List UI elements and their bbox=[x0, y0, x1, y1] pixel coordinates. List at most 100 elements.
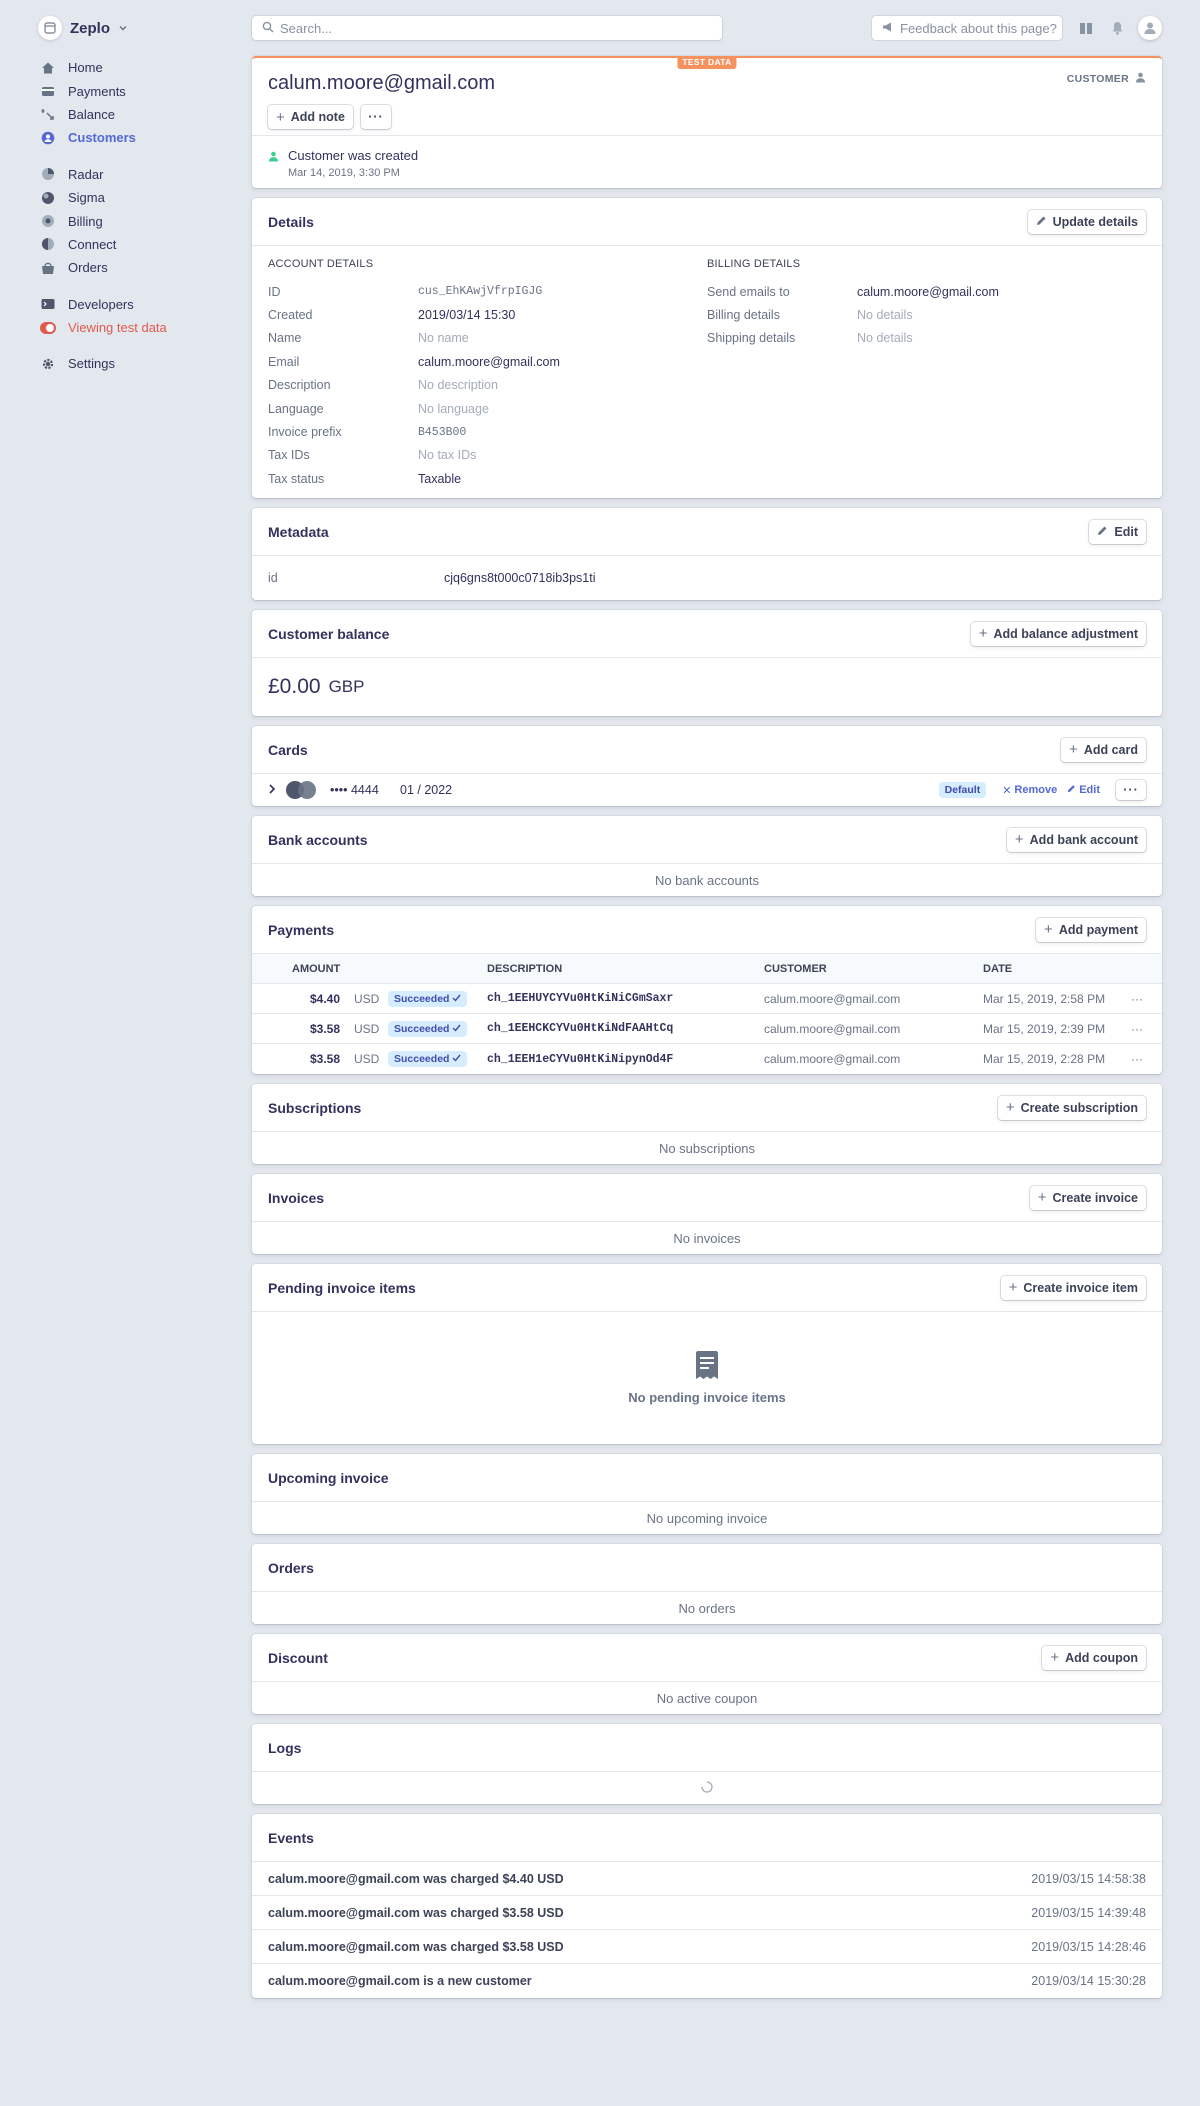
add-balance-adjustment-button[interactable]: + Add balance adjustment bbox=[970, 621, 1146, 646]
create-invoice-button[interactable]: + Create invoice bbox=[1029, 1185, 1146, 1210]
list-item[interactable]: calum.moore@gmail.com is a new customer 2… bbox=[252, 1964, 1162, 1998]
status-label: Succeeded bbox=[394, 1022, 450, 1035]
pending-header: Pending invoice items + Create invoice it… bbox=[252, 1264, 1162, 1312]
detail-label: Send emails to bbox=[707, 284, 790, 299]
plus-icon: + bbox=[978, 625, 988, 642]
invoices-empty-state: No invoices bbox=[673, 1230, 741, 1246]
sidebar-item-developers[interactable]: Developers bbox=[40, 293, 240, 316]
sidebar-item-payments[interactable]: Payments bbox=[40, 79, 240, 102]
billing-details-heading: BILLING DETAILS bbox=[707, 258, 801, 270]
list-item[interactable]: calum.moore@gmail.com was charged $3.58 … bbox=[252, 1930, 1162, 1964]
sidebar-item-connect[interactable]: Connect bbox=[40, 233, 240, 256]
toggle-icon[interactable] bbox=[40, 320, 56, 336]
sidebar-item-billing[interactable]: Billing bbox=[40, 209, 240, 232]
sidebar-item-orders[interactable]: Orders bbox=[40, 256, 240, 279]
add-note-button[interactable]: + Add note bbox=[268, 105, 353, 129]
add-payment-button[interactable]: + Add payment bbox=[1036, 917, 1146, 942]
timeline-item: Customer was created Mar 14, 2019, 3:30 … bbox=[252, 136, 1162, 188]
sidebar-item-label: Developers bbox=[68, 296, 134, 312]
notifications-bell-icon[interactable] bbox=[1107, 18, 1127, 38]
sidebar-item-customers[interactable]: Customers bbox=[40, 126, 240, 149]
event-timestamp: 2019/03/15 14:58:38 bbox=[1031, 1871, 1146, 1886]
account-switcher[interactable]: Zeplo bbox=[38, 16, 128, 40]
detail-value: No name bbox=[418, 331, 469, 346]
search-input[interactable] bbox=[280, 20, 680, 36]
balance-currency: GBP bbox=[328, 677, 365, 696]
detail-value: calum.moore@gmail.com bbox=[857, 284, 999, 299]
payment-customer: calum.moore@gmail.com bbox=[764, 1052, 901, 1066]
sidebar-item-label: Settings bbox=[68, 356, 115, 372]
pencil-icon bbox=[1067, 784, 1076, 796]
discount-header: Discount + Add coupon bbox=[252, 1634, 1162, 1682]
sidebar-item-viewing-test-data[interactable]: Viewing test data bbox=[40, 316, 240, 339]
row-more-icon[interactable]: ··· bbox=[1122, 1052, 1152, 1066]
update-details-button[interactable]: Update details bbox=[1027, 209, 1146, 234]
sidebar-item-sigma[interactable]: Sigma bbox=[40, 186, 240, 209]
detail-row: Billing details No details bbox=[707, 303, 1146, 326]
logs-header: Logs bbox=[252, 1724, 1162, 1772]
status-badge: Succeeded bbox=[388, 1051, 468, 1067]
payment-currency: USD bbox=[354, 991, 380, 1006]
detail-value: calum.moore@gmail.com bbox=[418, 354, 560, 369]
sidebar-item-radar[interactable]: Radar bbox=[40, 163, 240, 186]
status-label: Succeeded bbox=[394, 992, 450, 1005]
sidebar-item-balance[interactable]: Balance bbox=[40, 103, 240, 126]
row-more-icon[interactable]: ··· bbox=[1122, 992, 1152, 1006]
table-row[interactable]: $3.58 USD Succeeded ch_1EEHCKCYVu0HtKiNdFAA… bbox=[252, 1014, 1162, 1044]
payments-rows: $4.40 USD Succeeded ch_1EEHUYCYVu0HtKiNiCGm… bbox=[252, 984, 1162, 1074]
plus-icon: + bbox=[1050, 1649, 1060, 1666]
status-badge: Succeeded bbox=[388, 1020, 468, 1037]
docs-book-icon[interactable] bbox=[1076, 18, 1096, 38]
events-title: Events bbox=[268, 1829, 314, 1846]
user-avatar-icon[interactable] bbox=[1138, 16, 1162, 40]
remove-card-link[interactable]: ✕ Remove bbox=[1002, 784, 1057, 797]
sidebar-item-home[interactable]: Home bbox=[40, 56, 240, 79]
sidebar-item-label: Balance bbox=[68, 106, 115, 122]
plus-icon: + bbox=[1005, 1099, 1015, 1116]
card-last4: •••• 4444 bbox=[330, 783, 379, 797]
subscriptions-empty-state: No subscriptions bbox=[658, 1140, 756, 1156]
payment-currency: USD bbox=[354, 1021, 380, 1036]
more-actions-button[interactable]: ··· bbox=[360, 105, 391, 129]
add-coupon-button[interactable]: + Add coupon bbox=[1042, 1645, 1146, 1670]
table-row[interactable]: $4.40 USD Succeeded ch_1EEHUYCYVu0HtKiNiCGm… bbox=[252, 984, 1162, 1014]
event-timestamp: 2019/03/15 14:39:48 bbox=[1031, 1905, 1146, 1920]
add-bank-label: Add bank account bbox=[1029, 832, 1138, 847]
account-details: ACCOUNT DETAILS ID cus_EhKAwjVfrpIGJG Crea… bbox=[268, 258, 707, 490]
add-payment-label: Add payment bbox=[1058, 922, 1138, 937]
payment-description: ch_1EEHCKCYVu0HtKiNdFAAHtCq bbox=[487, 1022, 674, 1035]
detail-row: Tax status Taxable bbox=[268, 467, 707, 490]
search-icon bbox=[262, 21, 274, 36]
detail-value: B453B00 bbox=[418, 425, 467, 439]
detail-label: Created bbox=[268, 308, 313, 323]
table-row[interactable]: $3.58 USD Succeeded ch_1EEH1eCYVu0HtKiNipyn… bbox=[252, 1044, 1162, 1074]
search-bar[interactable] bbox=[252, 16, 722, 40]
home-icon bbox=[40, 60, 56, 76]
list-item[interactable]: calum.moore@gmail.com was charged $4.40 … bbox=[252, 1862, 1162, 1896]
edit-card-link[interactable]: Edit bbox=[1067, 784, 1100, 796]
logs-loading bbox=[252, 1772, 1162, 1804]
metadata-card: Metadata Edit id cjq6gns8t000c0718ib3ps1… bbox=[252, 508, 1162, 600]
invoices-card: Invoices + Create invoice No invoices bbox=[252, 1174, 1162, 1254]
chevron-right-icon[interactable] bbox=[268, 783, 276, 797]
create-invoice-item-button[interactable]: + Create invoice item bbox=[1000, 1275, 1146, 1300]
payment-amount: $3.58 bbox=[309, 1052, 340, 1066]
detail-row: Invoice prefix B453B00 bbox=[268, 420, 707, 443]
sidebar-item-settings[interactable]: Settings bbox=[40, 352, 240, 375]
discount-card: Discount + Add coupon No active coupon bbox=[252, 1634, 1162, 1714]
card-more-button[interactable]: ··· bbox=[1116, 780, 1146, 800]
payment-description: ch_1EEHUYCYVu0HtKiNiCGmSaxr bbox=[487, 992, 674, 1005]
add-bank-account-button[interactable]: + Add bank account bbox=[1006, 827, 1146, 852]
edit-metadata-button[interactable]: Edit bbox=[1089, 519, 1146, 544]
list-item[interactable]: calum.moore@gmail.com was charged $3.58 … bbox=[252, 1896, 1162, 1930]
update-details-label: Update details bbox=[1052, 214, 1138, 229]
plus-icon: + bbox=[1069, 741, 1078, 758]
payment-card-row[interactable]: •••• 4444 01 / 2022 Default ✕ Remove Edit… bbox=[252, 774, 1162, 806]
create-subscription-button[interactable]: + Create subscription bbox=[997, 1095, 1146, 1120]
edit-label: Edit bbox=[1079, 784, 1100, 796]
nav-group-developers: Developers Viewing test data bbox=[40, 293, 240, 340]
row-more-icon[interactable]: ··· bbox=[1122, 1022, 1152, 1036]
feedback-button[interactable]: Feedback about this page? bbox=[872, 16, 1062, 40]
person-icon bbox=[1135, 72, 1146, 86]
add-card-button[interactable]: + Add card bbox=[1061, 737, 1146, 762]
